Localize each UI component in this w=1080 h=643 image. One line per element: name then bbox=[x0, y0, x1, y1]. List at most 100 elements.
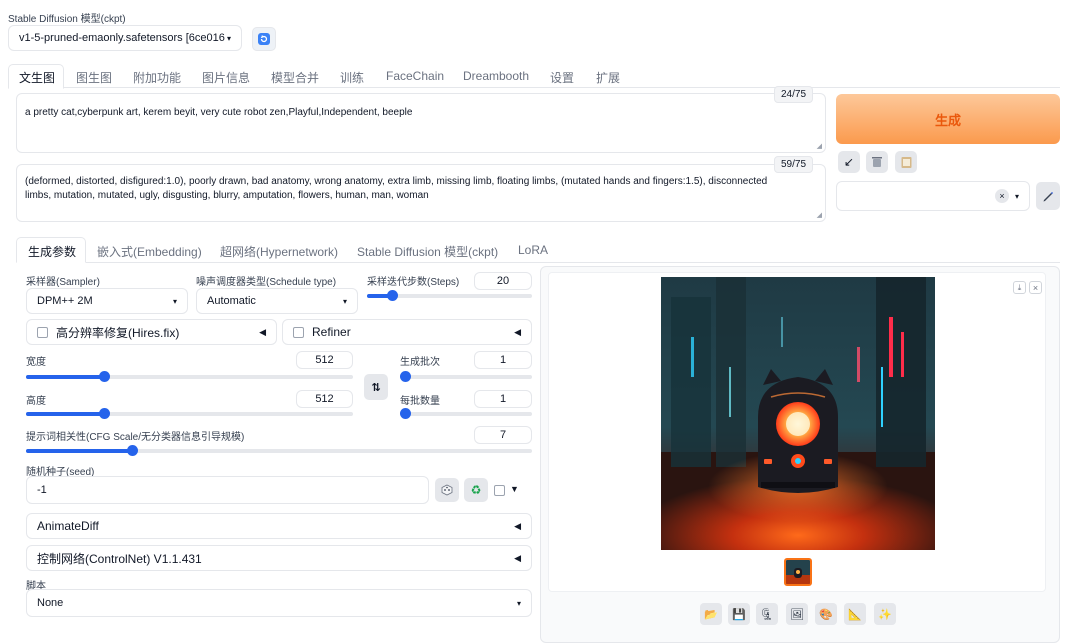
generate-button[interactable]: 生成 bbox=[836, 94, 1060, 144]
height-slider-fill bbox=[26, 412, 104, 416]
refiner-checkbox[interactable] bbox=[293, 326, 304, 338]
height-slider[interactable] bbox=[26, 408, 353, 419]
negative-prompt-token-counter: 59/75 bbox=[774, 156, 814, 173]
width-slider-thumb[interactable] bbox=[99, 371, 110, 382]
tab-extras[interactable]: 附加功能 bbox=[133, 69, 181, 86]
read-params-button[interactable]: ↙ bbox=[838, 151, 860, 173]
chevron-down-icon: ▾ bbox=[172, 296, 177, 306]
tab-embedding[interactable]: 嵌入式(Embedding) bbox=[97, 243, 202, 260]
swap-arrows-icon: ⇅ bbox=[371, 381, 381, 394]
extra-seed-checkbox[interactable] bbox=[494, 485, 505, 496]
refresh-icon bbox=[258, 33, 270, 45]
tab-checkpoint-merger[interactable]: 模型合并 bbox=[271, 69, 319, 86]
tab-generation[interactable]: 生成参数 bbox=[28, 243, 76, 260]
clear-styles-button[interactable]: × bbox=[994, 189, 1009, 203]
chevron-down-icon: ▾ bbox=[342, 296, 347, 306]
hires-fix-checkbox[interactable] bbox=[37, 326, 48, 338]
tab-checkpoints[interactable]: Stable Diffusion 模型(ckpt) bbox=[357, 243, 498, 260]
schedule-type-label: 噪声调度器类型(Schedule type) bbox=[196, 277, 337, 288]
width-slider[interactable] bbox=[26, 371, 353, 382]
upscale-button[interactable]: ✨ bbox=[874, 603, 896, 625]
script-dropdown[interactable]: None ▾ bbox=[26, 589, 532, 617]
apply-styles-button[interactable] bbox=[895, 151, 917, 173]
width-input[interactable]: 512 bbox=[296, 351, 353, 369]
negative-prompt-text: (deformed, distorted, disfigured:1.0), p… bbox=[25, 176, 768, 201]
negative-prompt-textarea[interactable]: (deformed, distorted, disfigured:1.0), p… bbox=[16, 164, 826, 222]
generate-button-label: 生成 bbox=[934, 112, 961, 128]
refresh-model-button[interactable] bbox=[252, 27, 276, 51]
tab-lora[interactable]: LoRA bbox=[518, 243, 548, 257]
prompt-textarea[interactable]: a pretty cat,cyberpunk art, kerem beyit,… bbox=[16, 93, 826, 153]
collapse-arrow-icon[interactable]: ◀ bbox=[514, 327, 521, 338]
tab-extensions[interactable]: 扩展 bbox=[596, 69, 620, 86]
swap-dimensions-button[interactable]: ⇅ bbox=[364, 374, 388, 400]
close-icon: × bbox=[999, 191, 1005, 201]
schedule-type-dropdown[interactable]: Automatic ▾ bbox=[196, 288, 358, 314]
tab-settings[interactable]: 设置 bbox=[550, 69, 574, 86]
steps-slider-thumb[interactable] bbox=[387, 290, 398, 301]
tab-hypernetwork[interactable]: 超网络(Hypernetwork) bbox=[220, 243, 338, 260]
generated-image[interactable] bbox=[661, 277, 935, 550]
batch-count-label: 生成批次 bbox=[400, 357, 440, 368]
cyberpunk-cat-robot-image bbox=[661, 277, 935, 550]
cfg-scale-input[interactable]: 7 bbox=[474, 426, 532, 444]
collapse-arrow-icon[interactable]: ◀ bbox=[514, 521, 521, 532]
resize-handle-icon[interactable]: ◢ bbox=[817, 142, 822, 150]
cfg-scale-slider-thumb[interactable] bbox=[127, 445, 138, 456]
send-to-inpaint-button[interactable]: 🎨 bbox=[815, 603, 837, 625]
pencil-icon bbox=[1043, 192, 1053, 202]
sparkle-icon: ✨ bbox=[878, 608, 892, 621]
download-icon[interactable]: ⤓ bbox=[1013, 281, 1026, 294]
batch-count-slider[interactable] bbox=[400, 371, 532, 382]
save-button[interactable]: 💾 bbox=[728, 603, 750, 625]
reuse-seed-button[interactable]: ♻ bbox=[464, 478, 488, 502]
chevron-down-icon: ▾ bbox=[226, 33, 231, 43]
steps-input[interactable]: 20 bbox=[474, 272, 532, 290]
seed-value: -1 bbox=[37, 484, 47, 496]
tab-img2img[interactable]: 图生图 bbox=[76, 69, 112, 86]
collapse-arrow-icon[interactable]: ◀ bbox=[514, 553, 521, 564]
resize-handle-icon[interactable]: ◢ bbox=[817, 211, 822, 219]
open-folder-button[interactable]: 📂 bbox=[700, 603, 722, 625]
archive-icon: 🗜 bbox=[760, 608, 774, 621]
sampler-dropdown[interactable]: DPM++ 2M ▾ bbox=[26, 288, 188, 314]
cfg-scale-slider[interactable] bbox=[26, 445, 532, 456]
width-label: 宽度 bbox=[26, 357, 46, 368]
clear-prompt-button[interactable] bbox=[866, 151, 888, 173]
batch-count-slider-thumb[interactable] bbox=[400, 371, 411, 382]
random-seed-button[interactable] bbox=[435, 478, 459, 502]
folder-icon: 📂 bbox=[704, 608, 718, 621]
sampler-value: DPM++ 2M bbox=[37, 295, 93, 307]
tab-dreambooth[interactable]: Dreambooth bbox=[463, 69, 529, 83]
tab-txt2img[interactable]: 文生图 bbox=[19, 69, 55, 86]
batch-count-input[interactable]: 1 bbox=[474, 351, 532, 369]
send-to-img2img-button[interactable]: 🖼 bbox=[786, 603, 808, 625]
batch-size-slider[interactable] bbox=[400, 408, 532, 419]
refiner-accordion[interactable]: Refiner ◀ bbox=[282, 319, 532, 345]
refiner-label: Refiner bbox=[312, 325, 351, 339]
collapse-arrow-icon[interactable]: ◀ bbox=[259, 327, 266, 338]
cfg-scale-slider-fill bbox=[26, 449, 132, 453]
close-icon[interactable]: × bbox=[1029, 281, 1042, 294]
tab-facechain[interactable]: FaceChain bbox=[386, 69, 444, 83]
batch-size-slider-thumb[interactable] bbox=[400, 408, 411, 419]
styles-dropdown[interactable]: × ▾ bbox=[836, 181, 1030, 211]
height-input[interactable]: 512 bbox=[296, 390, 353, 408]
extra-seed-dropdown-icon[interactable]: ▼ bbox=[510, 484, 519, 494]
seed-input[interactable]: -1 bbox=[26, 476, 429, 504]
edit-styles-button[interactable] bbox=[1036, 182, 1060, 210]
animatediff-accordion[interactable]: AnimateDiff ◀ bbox=[26, 513, 532, 539]
steps-slider[interactable] bbox=[367, 290, 532, 301]
tab-train[interactable]: 训练 bbox=[340, 69, 364, 86]
arrow-down-left-icon: ↙ bbox=[843, 155, 855, 169]
controlnet-accordion[interactable]: 控制网络(ControlNet) V1.1.431 ◀ bbox=[26, 545, 532, 571]
hires-fix-accordion[interactable]: 高分辨率修复(Hires.fix) ◀ bbox=[26, 319, 277, 345]
gallery-thumbnail[interactable] bbox=[784, 558, 812, 586]
height-slider-thumb[interactable] bbox=[99, 408, 110, 419]
send-to-extras-button[interactable]: 📐 bbox=[844, 603, 866, 625]
steps-label: 采样迭代步数(Steps) bbox=[367, 277, 460, 288]
zip-button[interactable]: 🗜 bbox=[756, 603, 778, 625]
batch-size-input[interactable]: 1 bbox=[474, 390, 532, 408]
model-dropdown[interactable]: v1-5-pruned-emaonly.safetensors [6ce016 … bbox=[8, 25, 242, 51]
tab-png-info[interactable]: 图片信息 bbox=[202, 69, 250, 86]
